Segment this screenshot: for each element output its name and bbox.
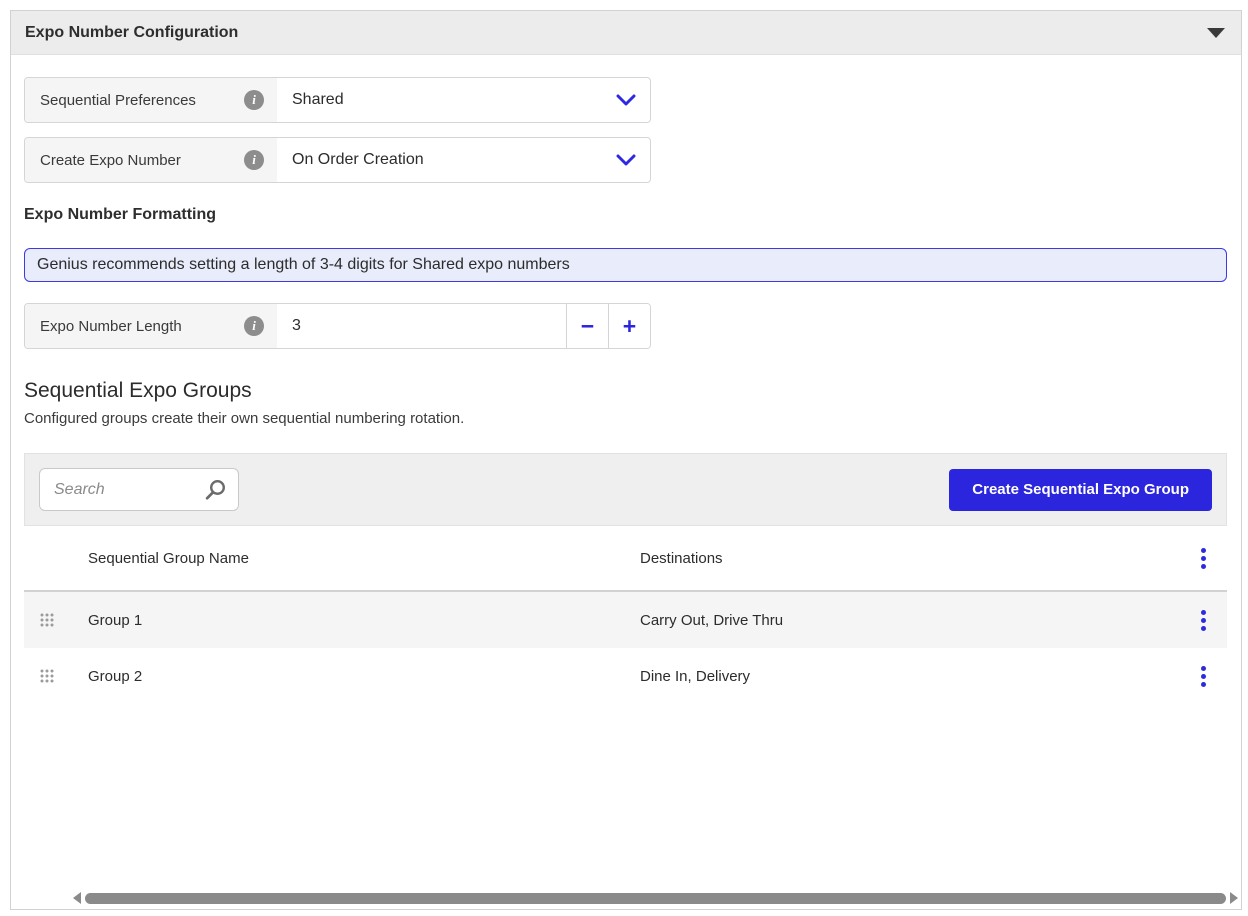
expo-number-formatting-heading: Expo Number Formatting	[24, 206, 1228, 224]
column-header-name: Sequential Group Name	[88, 550, 640, 567]
expo-number-length-label-cell: Expo Number Length i	[25, 304, 277, 348]
sequential-expo-groups-heading: Sequential Expo Groups	[24, 379, 1228, 403]
drag-handle-icon[interactable]	[24, 613, 88, 627]
search-box	[39, 468, 239, 511]
chevron-down-icon	[616, 154, 636, 166]
row-menu-icon[interactable]	[1195, 662, 1212, 691]
increment-button[interactable]: +	[608, 304, 650, 348]
sequential-preferences-label-cell: Sequential Preferences i	[25, 78, 277, 122]
info-icon[interactable]: i	[244, 150, 264, 170]
create-expo-number-label: Create Expo Number	[40, 152, 181, 169]
sequential-preferences-value-cell[interactable]: Shared	[277, 78, 650, 122]
info-icon[interactable]: i	[244, 90, 264, 110]
row-menu-icon[interactable]	[1195, 606, 1212, 635]
create-expo-number-value-cell[interactable]: On Order Creation	[277, 138, 650, 182]
column-header-destinations: Destinations	[640, 550, 1179, 567]
expo-number-length-field: Expo Number Length i 3 − +	[24, 303, 651, 349]
sequential-expo-groups-description: Configured groups create their own seque…	[24, 410, 1228, 427]
scroll-right-arrow-icon[interactable]	[1230, 892, 1238, 904]
collapse-caret-icon[interactable]	[1207, 28, 1225, 38]
table-menu-icon[interactable]	[1195, 544, 1212, 573]
expo-number-length-value[interactable]: 3	[277, 304, 566, 348]
expo-number-length-label: Expo Number Length	[40, 318, 182, 335]
panel-title: Expo Number Configuration	[25, 24, 238, 42]
sequential-preferences-dropdown[interactable]: Sequential Preferences i Shared	[24, 77, 651, 123]
expo-number-configuration-panel: Expo Number Configuration Sequential Pre…	[10, 10, 1242, 910]
recommendation-banner: Genius recommends setting a length of 3-…	[24, 248, 1227, 282]
drag-handle-icon[interactable]	[24, 669, 88, 683]
table-row[interactable]: Group 1 Carry Out, Drive Thru	[24, 592, 1227, 648]
groups-toolbar: Create Sequential Expo Group	[24, 453, 1227, 526]
horizontal-scrollbar	[73, 891, 1238, 905]
panel-content: Sequential Preferences i Shared Create E…	[11, 55, 1241, 909]
create-expo-number-value: On Order Creation	[292, 151, 424, 169]
sequential-preferences-value: Shared	[292, 91, 344, 109]
scrollbar-thumb[interactable]	[85, 893, 1226, 904]
group-destinations: Dine In, Delivery	[640, 668, 1179, 685]
sequential-preferences-label: Sequential Preferences	[40, 92, 196, 109]
decrement-button[interactable]: −	[566, 304, 608, 348]
create-expo-number-label-cell: Create Expo Number i	[25, 138, 277, 182]
search-icon[interactable]	[204, 479, 226, 501]
groups-table-header: Sequential Group Name Destinations	[24, 526, 1227, 592]
group-name: Group 1	[88, 612, 640, 629]
scroll-left-arrow-icon[interactable]	[73, 892, 81, 904]
table-row[interactable]: Group 2 Dine In, Delivery	[24, 648, 1227, 704]
info-icon[interactable]: i	[244, 316, 264, 336]
create-expo-number-dropdown[interactable]: Create Expo Number i On Order Creation	[24, 137, 651, 183]
chevron-down-icon	[616, 94, 636, 106]
group-name: Group 2	[88, 668, 640, 685]
expo-number-length-number: 3	[292, 317, 301, 335]
panel-header[interactable]: Expo Number Configuration	[11, 11, 1241, 55]
recommendation-text: Genius recommends setting a length of 3-…	[37, 256, 570, 274]
create-sequential-expo-group-button[interactable]: Create Sequential Expo Group	[949, 469, 1212, 511]
search-input[interactable]	[40, 481, 204, 499]
group-destinations: Carry Out, Drive Thru	[640, 612, 1179, 629]
